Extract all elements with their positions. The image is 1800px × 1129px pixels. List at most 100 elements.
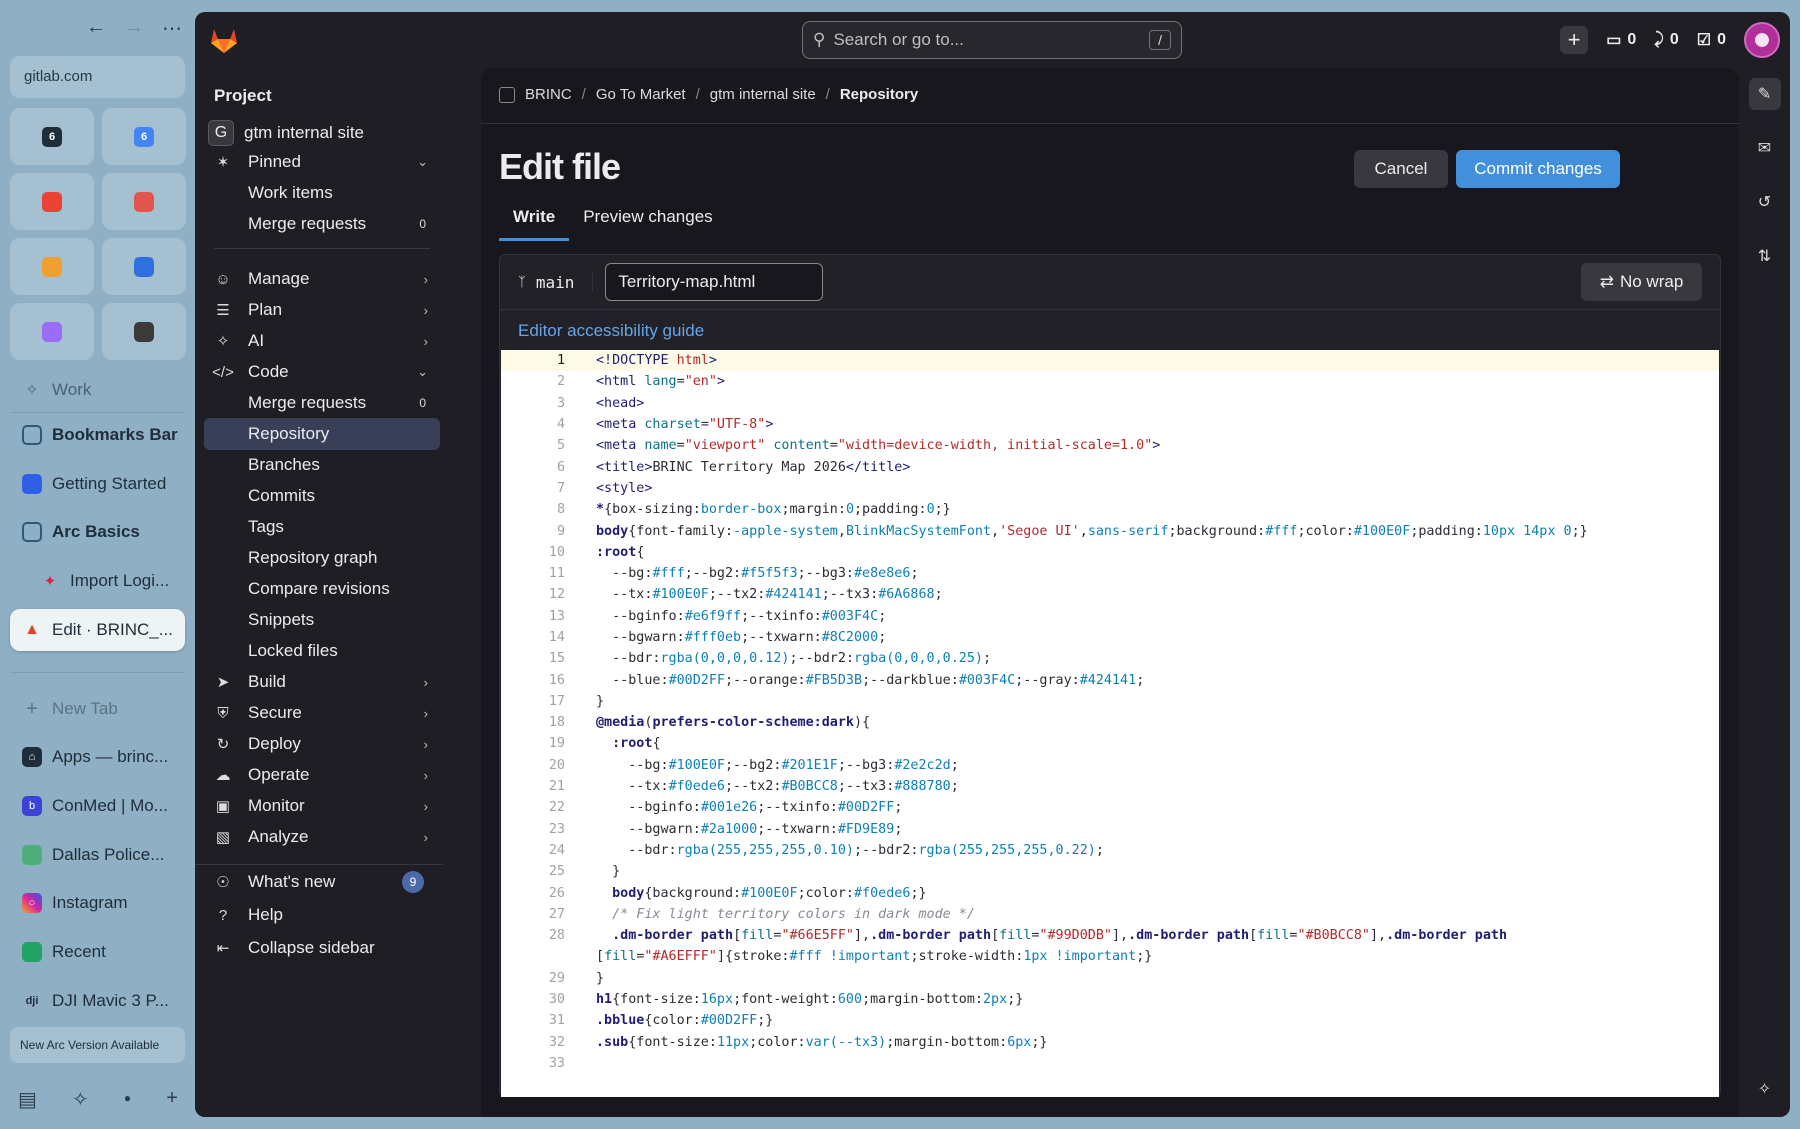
cancel-button[interactable]: Cancel (1354, 150, 1448, 188)
code-line[interactable]: 27 /* Fix light territory colors in dark… (501, 904, 1719, 925)
sidebar-help[interactable]: ? Help (204, 899, 440, 931)
back-arrow-icon[interactable]: ← (86, 16, 106, 41)
arc-item-import[interactable]: ✦ Import Logi... (10, 560, 185, 602)
code-line[interactable]: 14 --bgwarn:#fff0eb;--txwarn:#8C2000; (501, 627, 1719, 648)
code-line[interactable]: 28 .dm-border path[fill="#66E5FF"],.dm-b… (501, 925, 1719, 946)
sidebar-collapse[interactable]: ⇤ Collapse sidebar (204, 932, 440, 964)
code-line[interactable]: 16 --blue:#00D2FF;--orange:#FB5D3B;--dar… (501, 669, 1719, 690)
arc-space-work[interactable]: ✧ Work (10, 369, 185, 411)
arc-item-dallas[interactable]: Dallas Police... (10, 834, 185, 876)
arc-folder-bookmarks-bar[interactable]: Bookmarks Bar (10, 414, 185, 456)
code-line[interactable]: 4 <meta charset="UTF-8"> (501, 414, 1719, 435)
issues-button[interactable]: ▭ 0 (1606, 30, 1636, 50)
project-switcher[interactable]: G gtm internal site (208, 120, 364, 146)
dot-icon[interactable]: ● (124, 1087, 131, 1112)
sidebar-item-analyze[interactable]: ▧ Analyze › (204, 821, 440, 853)
arc-favorite-tile[interactable]: 6 (102, 108, 186, 165)
code-line[interactable]: 31 .bblue{color:#00D2FF;} (501, 1010, 1719, 1031)
sidebar-item-merge-requests[interactable]: Merge requests 0 (204, 387, 440, 419)
code-line[interactable]: 5 <meta name="viewport" content="width=de… (501, 435, 1719, 456)
code-line[interactable]: 3 <head> (501, 393, 1719, 414)
code-line[interactable]: 1 <!DOCTYPE html> (501, 350, 1719, 372)
code-line[interactable]: 21 --tx:#f0ede6;--tx2:#B0BCC8;--tx3:#888… (501, 776, 1719, 797)
code-line[interactable]: 19 :root{ (501, 733, 1719, 754)
arc-favorite-tile[interactable] (10, 238, 94, 295)
sidebar-item-commits[interactable]: Commits (204, 480, 440, 512)
commit-changes-button[interactable]: Commit changes (1456, 150, 1620, 188)
code-line[interactable]: 11 --bg:#fff;--bg2:#f5f5f3;--bg3:#e8e8e6… (501, 563, 1719, 584)
code-line[interactable]: 24 --bdr:rgba(255,255,255,0.10);--bdr2:r… (501, 840, 1719, 861)
sidebar-item-deploy[interactable]: ↻ Deploy › (204, 728, 440, 760)
comment-icon[interactable]: ✉ (1749, 132, 1781, 164)
arc-favorite-tile[interactable]: 6 (10, 108, 94, 165)
arc-favorite-tile[interactable] (102, 173, 186, 230)
code-editor[interactable]: 1 <!DOCTYPE html> 2 <html lang="en"> 3 <head>… (501, 350, 1719, 1097)
merge-requests-button[interactable]: ⤸ 0 (1654, 31, 1679, 49)
code-line[interactable]: 33 (501, 1053, 1719, 1074)
code-line[interactable]: 26 body{background:#100E0F;color:#f0ede6… (501, 882, 1719, 903)
gitlab-logo-icon[interactable] (209, 26, 239, 59)
search-input[interactable]: ⚲ Search or go to... / (802, 21, 1182, 59)
code-line[interactable]: 9 body{font-family:-apple-system,BlinkMac… (501, 520, 1719, 541)
arc-new-tab[interactable]: + New Tab (10, 688, 185, 730)
code-line[interactable]: 7 <style> (501, 478, 1719, 499)
tab-write[interactable]: Write (499, 196, 570, 241)
sidebar-item-secure[interactable]: ⛨ Secure › (204, 697, 440, 729)
arc-favorite-tile[interactable] (102, 238, 186, 295)
arc-item-apps[interactable]: ⌂ Apps — brinc... (10, 736, 185, 778)
arc-update-banner[interactable]: New Arc Version Available (10, 1027, 185, 1063)
code-line[interactable]: 18 @media(prefers-color-scheme:dark){ (501, 712, 1719, 733)
arc-url-bar[interactable]: gitlab.com (10, 56, 185, 98)
code-line[interactable]: 25 } (501, 861, 1719, 882)
arc-folder-arc-basics[interactable]: Arc Basics (10, 511, 185, 553)
archive-icon[interactable]: ▤ (18, 1087, 37, 1112)
sidebar-item-code[interactable]: </> Code ⌄ (204, 356, 440, 388)
tab-preview-changes[interactable]: Preview changes (569, 196, 726, 241)
more-icon[interactable]: ⋯ (162, 16, 182, 41)
code-line[interactable]: 6 <title>BRINC Territory Map 2026</title> (501, 456, 1719, 477)
arc-favorite-tile[interactable] (10, 303, 94, 360)
filename-input[interactable]: Territory-map.html (605, 263, 824, 301)
code-line[interactable]: 30 h1{font-size:16px;font-weight:600;marg… (501, 989, 1719, 1010)
edit-icon[interactable]: ✎ (1748, 78, 1781, 110)
todos-button[interactable]: ☑ 0 (1697, 30, 1726, 50)
history-icon[interactable]: ↺ (1749, 186, 1781, 218)
create-new-button[interactable]: + (1560, 26, 1589, 54)
code-line[interactable]: 10:root{ (501, 542, 1719, 563)
arc-favorite-tile[interactable] (10, 173, 94, 230)
sidebar-whats-new[interactable]: ☉ What's new 9 (204, 866, 440, 898)
code-line[interactable]: 23 --bgwarn:#2a1000;--txwarn:#FD9E89; (501, 819, 1719, 840)
sidebar-item-compare-revisions[interactable]: Compare revisions (204, 573, 440, 605)
code-line[interactable]: 2 <html lang="en"> (501, 371, 1719, 392)
code-line[interactable]: 32 .sub{font-size:11px;color:var(--tx3);m… (501, 1032, 1719, 1053)
breadcrumb-link[interactable]: BRINC (525, 86, 572, 103)
arc-item-dji[interactable]: dji DJI Mavic 3 P... (10, 980, 185, 1022)
sidebar-item-repository-graph[interactable]: Repository graph (204, 542, 440, 574)
code-line[interactable]: 13 --bginfo:#e6f9ff;--txinfo:#003F4C; (501, 606, 1719, 627)
code-line[interactable]: 8 *{box-sizing:border-box;margin:0;paddin… (501, 499, 1719, 520)
sidebar-item-monitor[interactable]: ▣ Monitor › (204, 790, 440, 822)
sidebar-item-ai[interactable]: ✧ AI › (204, 325, 440, 357)
arc-item-recent[interactable]: Recent (10, 931, 185, 973)
forward-arrow-icon[interactable]: → (124, 16, 144, 41)
arc-item-instagram[interactable]: ○ Instagram (10, 882, 185, 924)
sidebar-item-tags[interactable]: Tags (204, 511, 440, 543)
code-line[interactable]: 17} (501, 691, 1719, 712)
space-icon[interactable]: ✧ (72, 1087, 89, 1112)
editor-accessibility-link[interactable]: Editor accessibility guide (518, 321, 704, 341)
sidebar-item-operate[interactable]: ☁ Operate › (204, 759, 440, 791)
breadcrumb-current[interactable]: Repository (840, 86, 918, 103)
code-line[interactable]: 29} (501, 968, 1719, 989)
compare-icon[interactable]: ⇅ (1749, 240, 1781, 272)
sidebar-item-repository[interactable]: Repository (204, 418, 440, 450)
code-line[interactable]: 12 --tx:#100E0F;--tx2:#424141;--tx3:#6A6… (501, 584, 1719, 605)
arc-tab-edit-brinc[interactable]: ▲ Edit · BRINC_... (10, 609, 185, 651)
breadcrumb-link[interactable]: gtm internal site (710, 86, 816, 103)
sidebar-item-pinned-merge-requests[interactable]: Merge requests 0 (204, 208, 440, 240)
user-avatar[interactable] (1744, 22, 1780, 58)
sidebar-item-snippets[interactable]: Snippets (204, 604, 440, 636)
duo-chat-icon[interactable]: ✧ (1749, 1073, 1781, 1105)
add-space-icon[interactable]: + (166, 1087, 178, 1112)
code-line[interactable]: 20 --bg:#100E0F;--bg2:#201E1F;--bg3:#2e2… (501, 755, 1719, 776)
code-line[interactable]: 15 --bdr:rgba(0,0,0,0.12);--bdr2:rgba(0,… (501, 648, 1719, 669)
